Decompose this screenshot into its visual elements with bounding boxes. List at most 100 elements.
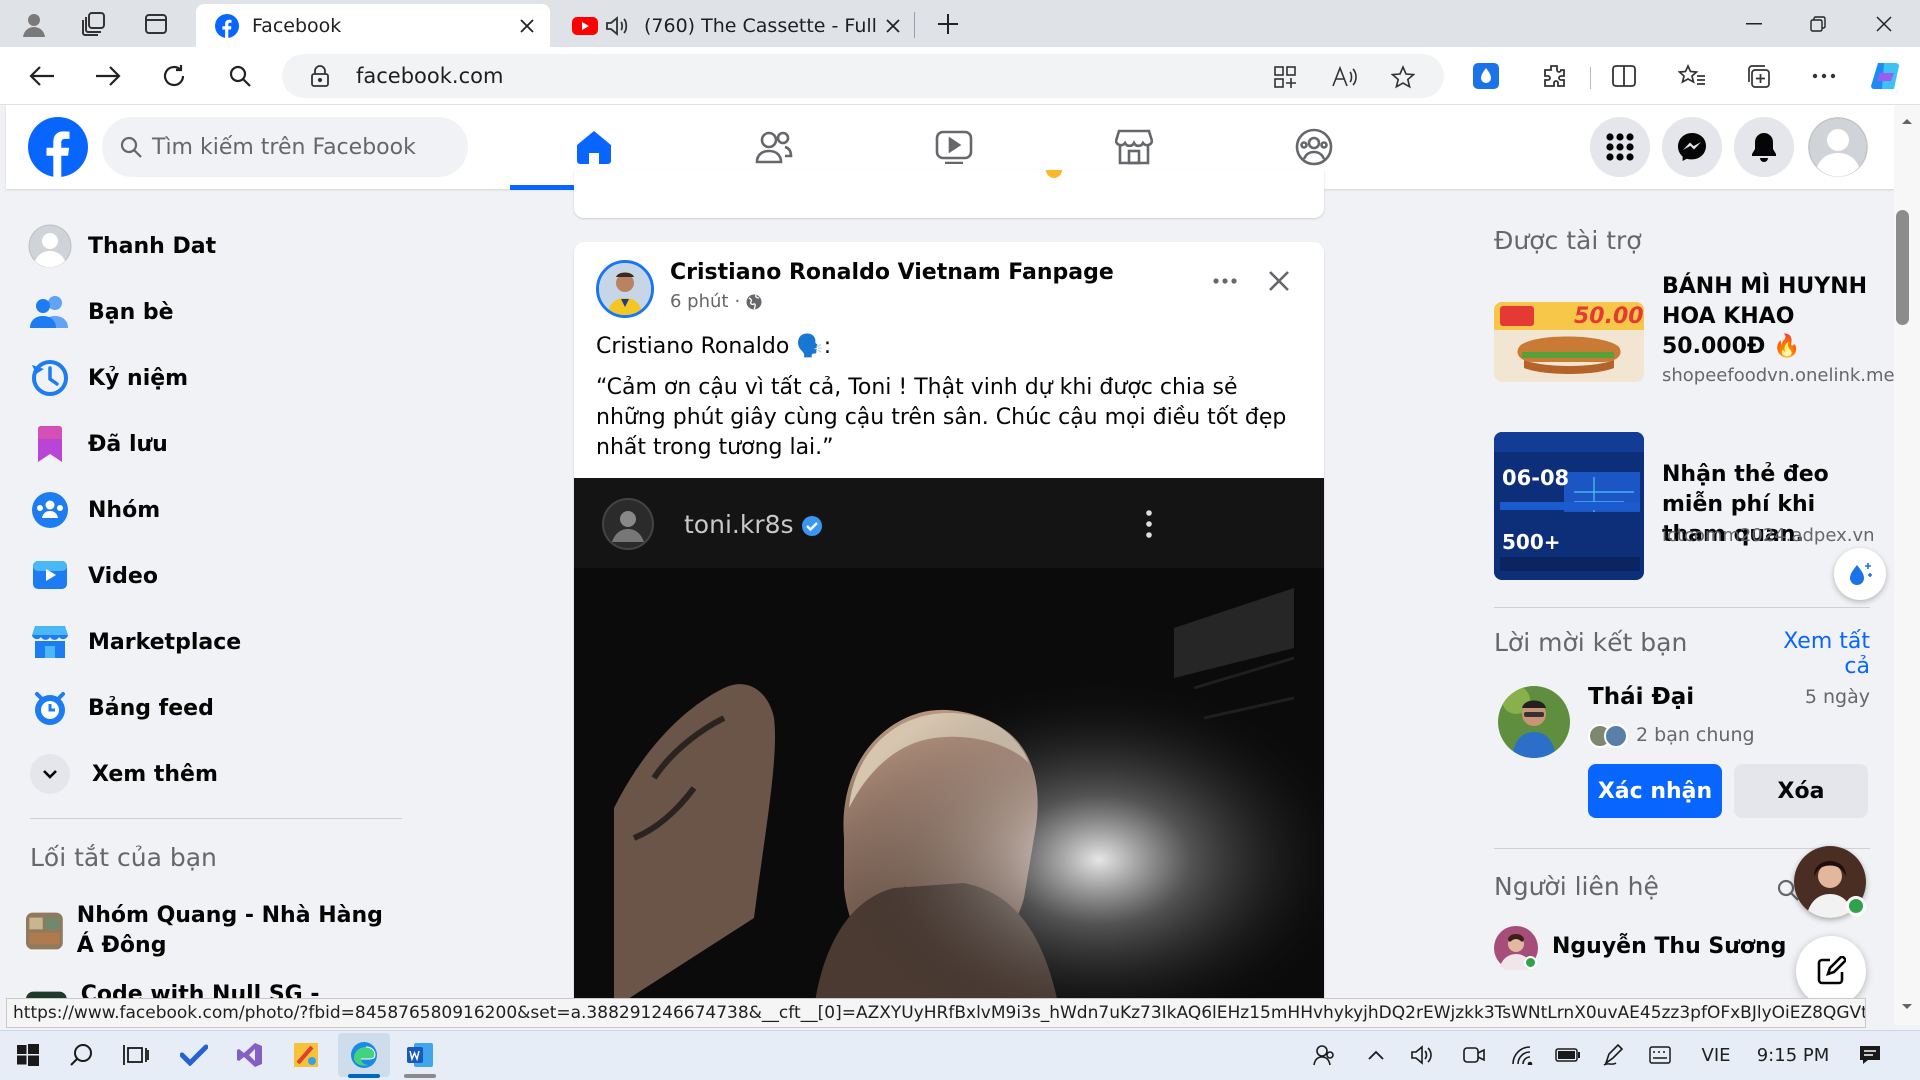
ad-url[interactable]: shopeefoodvn.onelink.me [1662, 364, 1895, 388]
facebook-logo-icon[interactable] [28, 117, 88, 177]
post-options-icon[interactable] [1204, 260, 1246, 302]
wifi-icon[interactable] [1504, 1030, 1540, 1080]
request-time: 5 ngày [1804, 686, 1870, 708]
ad-title[interactable]: BÁNH MÌ HUYNH HOA KHAO 50.000Đ 🔥 [1662, 272, 1872, 362]
friend-requests-title: Lời mời kết bạn [1494, 628, 1688, 657]
sidebar-item-memories[interactable]: Kỷ niệm [26, 348, 386, 408]
video-icon [26, 552, 74, 600]
delete-request-button[interactable]: Xóa [1734, 764, 1868, 818]
requester-avatar[interactable] [1498, 686, 1570, 758]
globe-icon [746, 294, 762, 310]
edge-browser-icon[interactable] [338, 1033, 390, 1077]
notification-center-icon[interactable] [1852, 1030, 1888, 1080]
new-message-button[interactable] [1796, 936, 1866, 1006]
split-screen-icon[interactable] [1604, 56, 1644, 96]
forward-icon[interactable] [88, 56, 128, 96]
notifications-button[interactable] [1734, 117, 1794, 177]
keyboard-icon[interactable] [1642, 1030, 1678, 1080]
more-options-icon[interactable] [1804, 56, 1844, 96]
volume-icon[interactable] [1404, 1030, 1440, 1080]
extension-water-icon[interactable] [1466, 56, 1506, 96]
hide-post-close-icon[interactable] [1258, 260, 1300, 302]
contact-name[interactable]: Nguyễn Thu Sương [1552, 934, 1786, 959]
tab-facebook[interactable]: Facebook [196, 4, 550, 47]
input-language[interactable]: VIE [1694, 1030, 1738, 1080]
post-text-body: “Cảm ơn cậu vì tất cả, Toni ! Thật vinh … [596, 375, 1287, 460]
favorites-icon[interactable] [1672, 56, 1712, 96]
back-icon[interactable] [22, 56, 62, 96]
meet-now-icon[interactable] [1456, 1030, 1492, 1080]
requester-name[interactable]: Thái Đại [1588, 684, 1694, 710]
copilot-icon[interactable] [1866, 56, 1906, 96]
post-photo[interactable]: toni.kr8s [574, 478, 1324, 1002]
shortcut-item[interactable]: Nhóm Quang - Nhà Hàng Á Đông [26, 900, 386, 962]
extensions-icon[interactable] [1534, 56, 1574, 96]
post-author-name[interactable]: Cristiano Ronaldo Vietnam Fanpage [670, 260, 1114, 285]
ad-url[interactable]: ictcomm2024.adpex.vn [1662, 524, 1875, 548]
close-tab-icon[interactable] [878, 11, 908, 41]
chevron-down-icon [30, 754, 70, 794]
pen-icon[interactable] [1596, 1030, 1632, 1080]
app-available-icon[interactable] [1270, 62, 1300, 92]
tab-actions-icon[interactable] [136, 4, 176, 44]
sidebar-item-label: Nhóm [88, 497, 161, 523]
favorite-star-icon[interactable] [1388, 62, 1418, 92]
word-app-icon[interactable] [394, 1033, 446, 1077]
search-placeholder[interactable]: Tìm kiếm trên Facebook [152, 135, 416, 160]
sidebar-item-saved[interactable]: Đã lưu [26, 414, 386, 474]
profile-icon[interactable] [14, 4, 54, 44]
scrollbar-thumb[interactable] [1896, 210, 1909, 325]
people-icon[interactable] [1306, 1030, 1342, 1080]
sidebar-item-label: Marketplace [88, 629, 242, 655]
paint-app-icon[interactable] [280, 1033, 332, 1077]
feeds-icon [26, 684, 74, 732]
minimize-icon[interactable] [1722, 0, 1786, 47]
visual-studio-icon[interactable] [224, 1033, 276, 1077]
tab-youtube[interactable]: (760) The Cassette - Full Alb [556, 4, 912, 47]
messenger-icon [1677, 132, 1707, 162]
lock-icon[interactable] [308, 64, 332, 88]
url-text[interactable]: facebook.com [356, 64, 503, 88]
show-hidden-icons-chevron[interactable] [1358, 1030, 1394, 1080]
post-time[interactable]: 6 phút [670, 291, 728, 312]
running-app-indicator [404, 1074, 436, 1078]
close-tab-icon[interactable] [512, 11, 542, 41]
collections-icon[interactable] [1738, 56, 1778, 96]
new-tab-icon[interactable] [928, 4, 968, 44]
confirm-request-button[interactable]: Xác nhận [1588, 764, 1722, 818]
windows-start-icon[interactable] [2, 1033, 54, 1077]
messenger-button[interactable] [1662, 117, 1722, 177]
read-aloud-icon[interactable] [1330, 62, 1360, 92]
post-author-avatar[interactable] [596, 260, 654, 318]
facebook-search-box[interactable]: Tìm kiếm trên Facebook [102, 117, 468, 177]
close-window-icon[interactable] [1852, 0, 1916, 47]
ad-image[interactable]: 50.000 [1494, 302, 1644, 382]
facebook-favicon [210, 13, 244, 38]
workspaces-icon[interactable] [74, 4, 114, 44]
account-avatar[interactable] [1808, 117, 1868, 177]
address-bar[interactable]: facebook.com [282, 54, 1444, 98]
home-icon [575, 129, 613, 165]
sidebar-item-marketplace[interactable]: Marketplace [26, 612, 386, 672]
menu-button[interactable] [1590, 117, 1650, 177]
restore-icon[interactable] [1786, 0, 1850, 47]
see-all-link[interactable]: Xem tất cả [1760, 629, 1870, 679]
audio-playing-icon[interactable] [600, 15, 634, 37]
water-extension-float-icon[interactable] [1834, 548, 1886, 600]
battery-icon[interactable] [1550, 1030, 1586, 1080]
sponsored-title: Được tài trợ [1494, 226, 1642, 255]
sidebar-item-video[interactable]: Video [26, 546, 386, 606]
todo-app-icon[interactable] [168, 1033, 220, 1077]
sidebar-item-friends[interactable]: Bạn bè [26, 282, 386, 342]
taskbar-search-icon[interactable] [56, 1033, 108, 1077]
sidebar-item-feeds[interactable]: Bảng feed [26, 678, 386, 738]
sidebar-item-see-more[interactable]: Xem thêm [26, 744, 386, 804]
task-view-icon[interactable] [110, 1033, 162, 1077]
contact-avatar[interactable] [1494, 926, 1538, 973]
search-icon[interactable] [220, 56, 260, 96]
sidebar-item-groups[interactable]: Nhóm [26, 480, 386, 540]
clock-time[interactable]: 9:15 PM [1748, 1030, 1838, 1080]
sidebar-item-profile[interactable]: Thanh Dat [26, 216, 386, 276]
ad-image[interactable]: 06-08 500+ [1494, 432, 1644, 580]
refresh-icon[interactable] [154, 56, 194, 96]
